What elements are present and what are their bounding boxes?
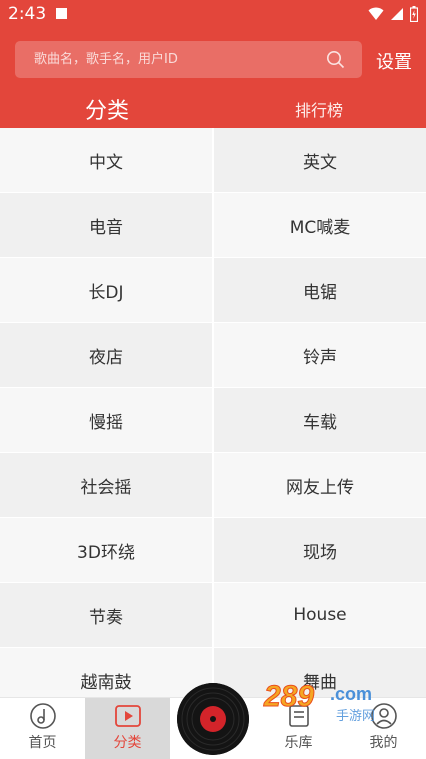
play-icon: [114, 705, 141, 727]
signal-icon: [391, 8, 403, 20]
wifi-icon: [368, 7, 384, 20]
category-item[interactable]: 节奏: [0, 583, 212, 647]
nav-category[interactable]: 分类: [85, 698, 170, 759]
library-icon: [288, 705, 309, 727]
category-item[interactable]: 网友上传: [214, 453, 426, 517]
status-icons: [368, 6, 418, 22]
category-grid: 中文 英文 电音 MC喊麦 长DJ 电锯 夜店 铃声 慢摇 车载 社会摇 网友上…: [0, 128, 426, 697]
category-item[interactable]: 3D环绕: [0, 518, 212, 582]
category-tabs: 分类 排行榜: [0, 90, 426, 128]
category-item[interactable]: 越南鼓: [0, 648, 212, 697]
tab-ranking[interactable]: 排行榜: [279, 90, 359, 128]
nav-library-label: 乐库: [284, 735, 313, 751]
category-item[interactable]: 电锯: [214, 258, 426, 322]
settings-button[interactable]: 设置: [376, 48, 412, 74]
status-time: 2:43: [8, 4, 47, 24]
category-item[interactable]: MC喊麦: [214, 193, 426, 257]
category-item[interactable]: 中文: [0, 128, 212, 192]
user-icon: [370, 703, 397, 729]
status-bar: 2:43: [0, 0, 426, 30]
notification-icon: [56, 8, 67, 19]
nav-home[interactable]: 首页: [0, 698, 85, 759]
category-item[interactable]: 英文: [214, 128, 426, 192]
category-item[interactable]: 铃声: [214, 323, 426, 387]
search-bar[interactable]: [15, 41, 362, 78]
nav-home-label: 首页: [28, 735, 57, 751]
search-icon[interactable]: [326, 50, 345, 69]
nav-mine[interactable]: 我的: [341, 698, 426, 759]
nav-mine-label: 我的: [369, 735, 398, 751]
nav-category-label: 分类: [113, 735, 142, 751]
category-item[interactable]: 长DJ: [0, 258, 212, 322]
category-item[interactable]: House: [214, 583, 426, 647]
category-item[interactable]: 舞曲: [214, 648, 426, 697]
music-note-icon: [29, 703, 56, 729]
category-item[interactable]: 夜店: [0, 323, 212, 387]
tab-category[interactable]: 分类: [62, 90, 152, 128]
battery-icon: [410, 6, 418, 22]
vinyl-disc-button[interactable]: [177, 683, 249, 755]
category-item[interactable]: 社会摇: [0, 453, 212, 517]
category-item[interactable]: 现场: [214, 518, 426, 582]
category-item[interactable]: 车载: [214, 388, 426, 452]
header: 设置 分类 排行榜: [0, 30, 426, 128]
nav-library[interactable]: 乐库: [256, 698, 341, 759]
category-item[interactable]: 慢摇: [0, 388, 212, 452]
category-item[interactable]: 电音: [0, 193, 212, 257]
search-input[interactable]: [15, 41, 362, 78]
